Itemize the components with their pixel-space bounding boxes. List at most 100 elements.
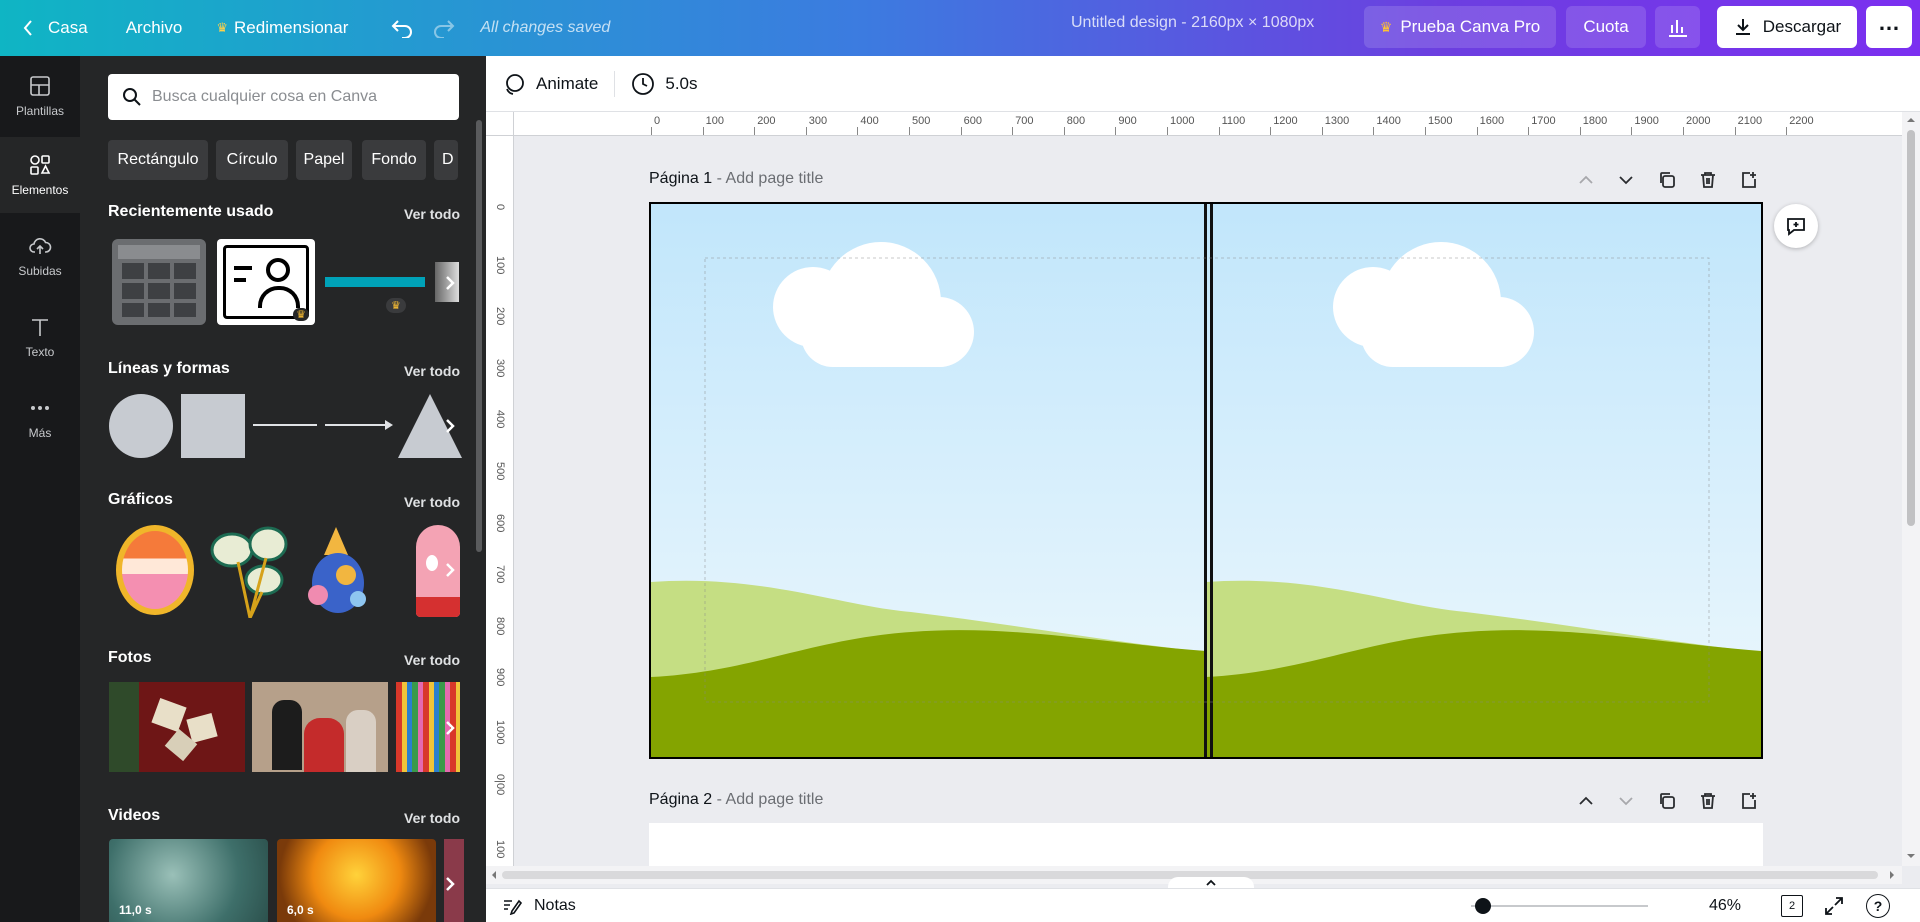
ruler-tick-label: 500 — [494, 462, 506, 481]
notes-icon — [504, 899, 522, 915]
see-all-photos[interactable]: Ver todo — [404, 652, 460, 668]
photo-family-thumb[interactable] — [252, 682, 388, 772]
video-thumb-water[interactable]: 11,0 s — [109, 839, 268, 922]
photo-gifts-thumb[interactable] — [109, 682, 245, 772]
chip-paper[interactable]: Papel — [296, 140, 352, 180]
graphic-party-character[interactable] — [302, 525, 374, 617]
ruler-tick-label: 1500 — [1428, 115, 1453, 127]
ruler-tick-label: 800 — [494, 616, 506, 636]
chevron-up-icon — [1579, 796, 1593, 805]
file-menu-button[interactable]: Archivo — [112, 0, 197, 56]
design-canvas-page-1[interactable] — [649, 202, 1763, 759]
page-title-input[interactable]: - Add page title — [717, 170, 824, 187]
page-number: Página 2 — [649, 791, 713, 808]
see-all-recent[interactable]: Ver todo — [404, 206, 460, 222]
photos-next-button[interactable] — [436, 696, 464, 760]
duplicate-page-button[interactable] — [1652, 165, 1682, 195]
page-title-input[interactable]: - Add page title — [717, 791, 824, 808]
video-duration-badge: 6,0 s — [287, 903, 314, 917]
landscape-illustration — [651, 204, 1761, 757]
chip-rectangle[interactable]: Rectángulo — [108, 140, 208, 180]
clock-icon — [632, 72, 655, 95]
recent-next-button[interactable] — [436, 251, 464, 315]
ruler-tick — [1373, 127, 1375, 135]
resize-button[interactable]: ♛ Redimensionar — [202, 0, 362, 56]
delete-page-button[interactable] — [1693, 786, 1723, 816]
rail-item-uploads[interactable]: Subidas — [0, 218, 80, 294]
delete-page-button[interactable] — [1693, 165, 1723, 195]
graphics-next-button[interactable] — [436, 538, 464, 602]
ruler-tick-label: 1900 — [1634, 115, 1659, 127]
videos-next-button[interactable] — [436, 852, 464, 916]
graphic-sun-oval[interactable] — [116, 525, 194, 615]
see-all-videos[interactable]: Ver todo — [404, 810, 460, 826]
see-all-graphics[interactable]: Ver todo — [404, 494, 460, 510]
help-button[interactable]: ? — [1866, 894, 1890, 918]
bottom-bar: Notas 46% 2 ? — [486, 888, 1920, 922]
shape-circle[interactable] — [109, 394, 173, 458]
shape-line[interactable] — [253, 424, 317, 426]
add-page-button[interactable] — [1734, 165, 1764, 195]
add-comment-button[interactable] — [1774, 204, 1818, 248]
chip-label: Papel — [303, 151, 345, 168]
scroll-up-icon — [1907, 118, 1915, 122]
rail-label: Más — [28, 426, 52, 440]
see-all-lines[interactable]: Ver todo — [404, 363, 460, 379]
fullscreen-button[interactable] — [1823, 895, 1845, 922]
try-pro-button[interactable]: ♛ Prueba Canva Pro — [1364, 6, 1556, 48]
page-count: 2 — [1788, 900, 1796, 912]
help-icon: ? — [1873, 898, 1883, 914]
insights-button[interactable] — [1655, 6, 1700, 48]
recent-table-thumb[interactable] — [112, 239, 206, 325]
add-page-button[interactable] — [1734, 786, 1764, 816]
duplicate-icon — [1660, 793, 1675, 809]
rail-item-templates[interactable]: Plantillas — [0, 58, 80, 134]
rail-item-text[interactable]: Texto — [0, 299, 80, 375]
left-rail: Plantillas Elementos Subidas Texto Más — [0, 56, 80, 922]
page-count-button[interactable]: 2 — [1781, 895, 1803, 917]
duplicate-page-button[interactable] — [1652, 786, 1682, 816]
ruler-tick — [1528, 127, 1530, 135]
chip-more[interactable]: D — [434, 140, 458, 180]
ruler-tick-label: 200 — [757, 115, 776, 127]
search-box[interactable] — [108, 74, 459, 120]
download-button[interactable]: Descargar — [1717, 6, 1857, 48]
shape-square[interactable] — [181, 394, 245, 458]
redo-button[interactable] — [428, 0, 470, 56]
chip-circle[interactable]: Círculo — [216, 140, 288, 180]
cloud-upload-icon — [29, 238, 52, 254]
animate-button[interactable]: Animate — [502, 72, 598, 96]
scroll-thumb[interactable] — [1907, 130, 1915, 526]
templates-icon — [30, 76, 50, 96]
quota-button[interactable]: Cuota — [1566, 6, 1646, 48]
zoom-level[interactable]: 46% — [1709, 897, 1741, 915]
zoom-slider-handle[interactable] — [1475, 898, 1491, 914]
rail-item-more[interactable]: Más — [0, 380, 80, 456]
more-options-button[interactable]: … — [1866, 6, 1912, 48]
page-up-button[interactable] — [1571, 786, 1601, 816]
recent-line-thumb[interactable] — [325, 277, 425, 287]
undo-button[interactable] — [376, 0, 428, 56]
ruler-tick-label: 600 — [963, 115, 982, 127]
rail-item-elements[interactable]: Elementos — [0, 137, 80, 213]
notes-button[interactable]: Notas — [502, 897, 576, 915]
page-down-button[interactable] — [1611, 786, 1641, 816]
vertical-scrollbar[interactable] — [1902, 112, 1920, 866]
graphic-monstera-plant[interactable] — [208, 522, 292, 619]
more-dots-icon: … — [1878, 10, 1900, 35]
chip-background[interactable]: Fondo — [362, 140, 426, 180]
shape-arrow-line[interactable] — [325, 424, 387, 426]
zoom-slider[interactable] — [1471, 898, 1648, 914]
rail-label: Texto — [25, 345, 55, 359]
search-input[interactable] — [152, 88, 442, 106]
recent-id-card-thumb[interactable]: ♛ — [217, 239, 315, 325]
panel-scrollbar[interactable] — [476, 120, 482, 552]
video-thumb-fire[interactable]: 6,0 s — [277, 839, 436, 922]
page-up-button[interactable] — [1571, 165, 1601, 195]
home-button[interactable]: Casa — [0, 0, 102, 56]
page-down-button[interactable] — [1611, 165, 1641, 195]
lines-next-button[interactable] — [436, 394, 464, 458]
design-title[interactable]: Untitled design - 2160px × 1080px — [1071, 14, 1314, 32]
ruler-tick-label: 1400 — [1376, 115, 1401, 127]
duration-button[interactable]: 5.0s — [631, 72, 698, 96]
